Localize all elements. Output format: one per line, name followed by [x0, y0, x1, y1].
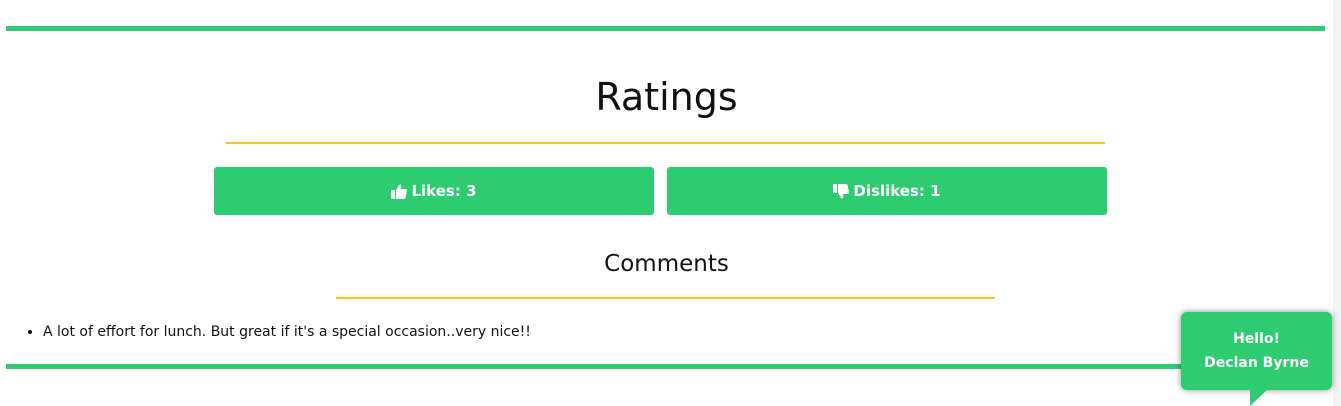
- scrollbar-track[interactable]: [1333, 0, 1341, 406]
- comments-list: A lot of effort for lunch. But great if …: [0, 321, 531, 343]
- thumbs-down-icon: [833, 183, 850, 199]
- comments-title: Comments: [604, 251, 729, 277]
- comment-item: A lot of effort for lunch. But great if …: [43, 321, 531, 343]
- greeting-hello: Hello!: [1233, 331, 1280, 347]
- page: Ratings Likes: 3 Dislikes: 1 Comments A …: [0, 0, 1341, 406]
- dislikes-button[interactable]: Dislikes: 1: [667, 167, 1107, 215]
- greeting-bubble-tail: [1250, 389, 1268, 406]
- dislikes-label: Dislikes: 1: [853, 182, 941, 200]
- bottom-divider: [6, 364, 1325, 369]
- likes-button[interactable]: Likes: 3: [214, 167, 654, 215]
- comments-divider: [336, 297, 995, 299]
- likes-label: Likes: 3: [411, 182, 477, 200]
- top-divider: [6, 26, 1325, 31]
- greeting-user-name: Declan Byrne: [1204, 355, 1309, 371]
- ratings-title: Ratings: [595, 75, 738, 119]
- greeting-bubble[interactable]: Hello! Declan Byrne: [1181, 312, 1332, 390]
- thumbs-up-icon: [391, 183, 408, 199]
- ratings-divider: [226, 142, 1105, 144]
